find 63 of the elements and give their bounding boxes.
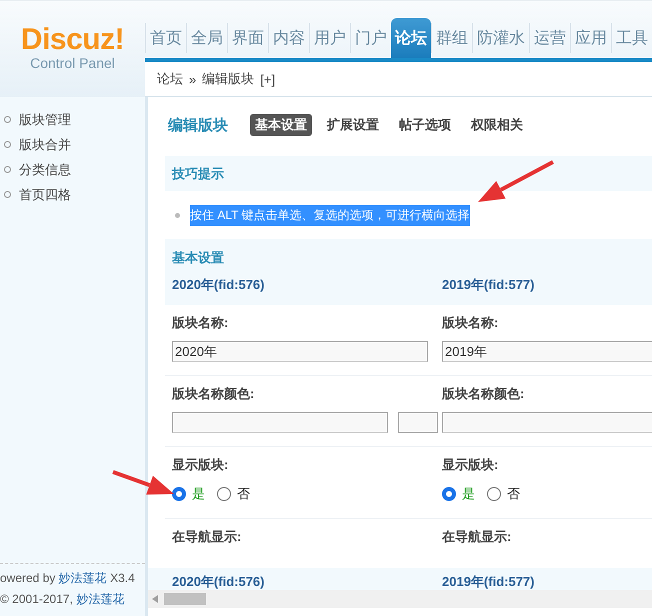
powered-by-text: owered by 妙法莲花 X3.4	[0, 570, 136, 587]
author-link[interactable]: 妙法莲花	[76, 592, 124, 606]
sidebar-item[interactable]: 首页四格	[0, 186, 145, 203]
section-title: 基本设置	[172, 249, 224, 267]
nav-tab[interactable]: 全局	[186, 23, 227, 54]
radio-option[interactable]: 否	[217, 485, 250, 503]
bullet-icon	[4, 116, 11, 123]
settings-tab[interactable]: 扩展设置	[322, 114, 384, 136]
nav-tab[interactable]: 应用	[570, 23, 611, 54]
breadcrumb-link[interactable]: 编辑版块	[202, 70, 254, 88]
field-label: 版块名称:	[442, 314, 500, 332]
copyright-text: © 2001-2017, 妙法莲花	[0, 591, 126, 608]
bullet-icon	[4, 191, 11, 198]
forum-heading: 2020年(fid:576)	[172, 276, 266, 294]
tip-text: 按住 ALT 键点击单选、复选的选项，可进行横向选择	[190, 204, 470, 226]
nav-tab[interactable]: 界面	[227, 23, 268, 54]
radio-option[interactable]: 是	[172, 485, 205, 503]
bullet-icon	[175, 212, 180, 218]
input-field[interactable]	[172, 412, 388, 433]
radio-option[interactable]: 否	[487, 485, 520, 503]
scroll-left-icon[interactable]	[152, 595, 158, 603]
settings-tab[interactable]: 权限相关	[466, 114, 528, 136]
nav-tab[interactable]: 运营	[529, 23, 570, 54]
logo-subtitle: Control Panel	[30, 55, 115, 71]
nav-tab[interactable]: 防灌水	[472, 23, 529, 54]
forum-heading: 2019年(fid:577)	[442, 276, 536, 294]
field-label: 显示版块:	[172, 456, 230, 474]
color-swatch[interactable]	[398, 412, 438, 433]
input-field[interactable]: 2019年	[442, 341, 652, 362]
sidebar-item[interactable]: 分类信息	[0, 161, 145, 178]
nav-tab[interactable]: 内容	[268, 23, 309, 54]
nav-tab[interactable]: 群组	[431, 23, 472, 54]
radio-option[interactable]: 是	[442, 485, 475, 503]
input-field[interactable]	[442, 412, 652, 433]
sidebar-item[interactable]: 版块合并	[0, 136, 145, 153]
horizontal-scrollbar[interactable]	[148, 590, 652, 608]
expand-link[interactable]: [+]	[260, 72, 276, 87]
settings-tab[interactable]: 基本设置	[250, 114, 312, 136]
field-label: 版块名称:	[172, 314, 230, 332]
field-label: 版块名称颜色:	[172, 385, 256, 403]
field-label: 在导航显示:	[172, 528, 242, 546]
nav-tab[interactable]: 论坛	[391, 18, 431, 58]
scroll-thumb[interactable]	[164, 593, 206, 605]
field-label: 在导航显示:	[442, 528, 512, 546]
tip-title: 技巧提示	[172, 164, 224, 182]
nav-tab[interactable]: 用户	[309, 23, 350, 54]
field-label: 版块名称颜色:	[442, 385, 526, 403]
field-label: 显示版块:	[442, 456, 500, 474]
forum-heading: 2019年(fid:577)	[442, 573, 536, 590]
breadcrumb-link[interactable]: 论坛	[157, 70, 183, 88]
forum-heading: 2020年(fid:576)	[172, 573, 266, 590]
page-title: 编辑版块	[168, 116, 228, 134]
annotation-arrow	[112, 470, 174, 495]
breadcrumb-separator: »	[189, 72, 196, 87]
input-field[interactable]: 2020年	[172, 341, 428, 362]
sidebar-item[interactable]: 版块管理	[0, 111, 145, 128]
nav-tab[interactable]: 工具	[611, 23, 652, 54]
logo-text: Discuz!	[20, 23, 124, 57]
bullet-icon	[4, 141, 11, 148]
author-link[interactable]: 妙法莲花	[58, 571, 107, 585]
nav-tab[interactable]: 首页	[145, 23, 186, 54]
settings-tab[interactable]: 帖子选项	[394, 114, 456, 136]
bullet-icon	[4, 166, 11, 173]
